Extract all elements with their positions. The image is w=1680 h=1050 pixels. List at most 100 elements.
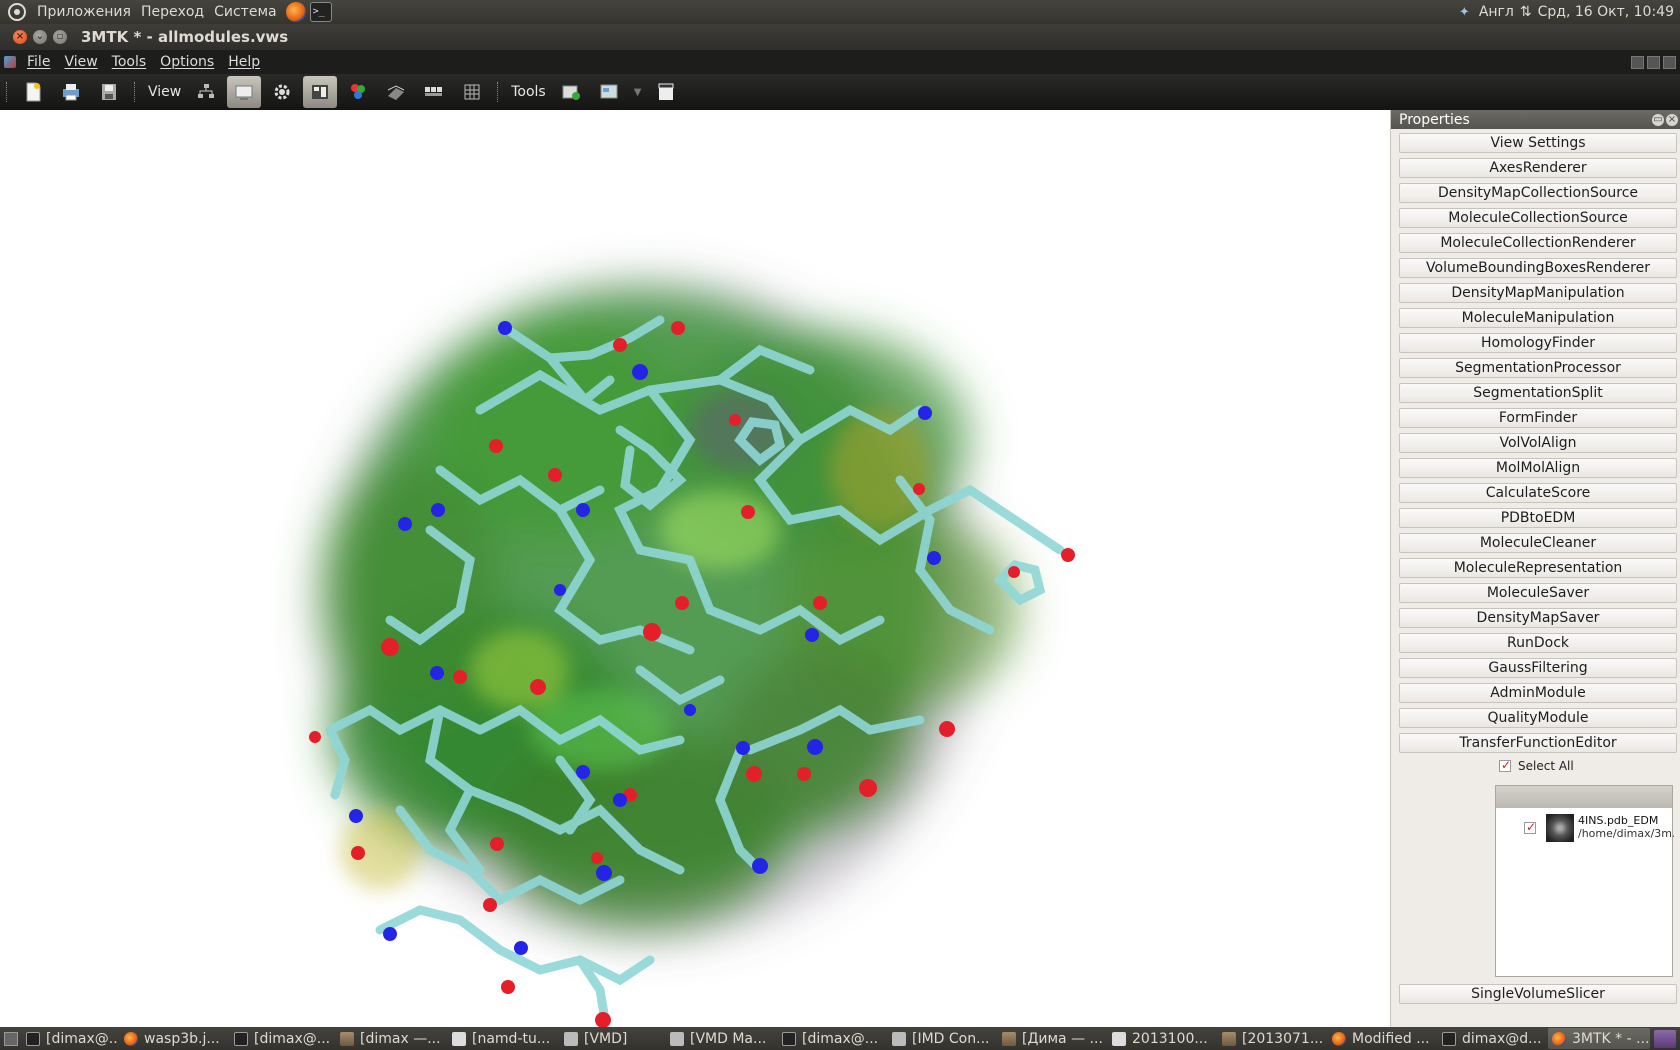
workspace-switcher[interactable]	[1654, 1029, 1676, 1048]
module-button-pdb-to-edm[interactable]: PDBtoEDM	[1399, 508, 1677, 528]
properties-panel-header[interactable]: Properties ▭ ×	[1391, 110, 1680, 129]
float-panel-icon[interactable]: ▭	[1652, 113, 1664, 126]
document-icon	[452, 1031, 466, 1046]
ubuntu-logo-icon[interactable]	[8, 3, 26, 21]
minimize-window-icon[interactable]: ⌄	[33, 30, 47, 44]
hierarchy-button[interactable]	[189, 76, 223, 108]
menu-applications[interactable]: Приложения	[32, 4, 136, 20]
module-button-density-map-saver[interactable]: DensityMapSaver	[1399, 608, 1677, 628]
module-button-molecule-cleaner[interactable]: MoleculeCleaner	[1399, 533, 1677, 553]
dataset-list-item[interactable]: 4INS.pdb_EDM /home/dimax/3m...	[1524, 814, 1674, 842]
module-button-molecule-manipulation[interactable]: MoleculeManipulation	[1399, 308, 1677, 328]
taskbar-item[interactable]: [dimax —...	[336, 1028, 446, 1049]
taskbar-item[interactable]: wasp3b.j...	[120, 1028, 228, 1049]
toolbar-handle[interactable]	[6, 82, 8, 102]
properties-panel: Properties ▭ × View Settings AxesRendere…	[1390, 110, 1680, 1027]
mdi-restore-icon[interactable]	[1647, 55, 1660, 69]
window-options-button[interactable]	[592, 76, 626, 108]
menu-help[interactable]: Help	[221, 54, 267, 70]
module-button-transfer-function-editor[interactable]: TransferFunctionEditor	[1399, 733, 1677, 753]
taskbar-item[interactable]: [dimax@...	[22, 1028, 118, 1049]
multi-view-button[interactable]	[417, 76, 451, 108]
folder-icon	[340, 1031, 354, 1046]
maximize-window-icon[interactable]: ▫	[53, 30, 67, 44]
mdi-minimize-icon[interactable]	[1631, 55, 1644, 69]
window-titlebar[interactable]: × ⌄ ▫ 3MTK * - allmodules.vws	[0, 24, 1680, 50]
3d-viewport[interactable]	[0, 110, 1390, 1027]
taskbar-item-active[interactable]: 3MTK * - ...	[1548, 1028, 1650, 1049]
checkbox-checked-icon[interactable]	[1499, 758, 1511, 772]
close-window-icon[interactable]: ×	[13, 30, 27, 44]
multi-view-icon	[425, 87, 443, 96]
module-button-molecule-collection-source[interactable]: MoleculeCollectionSource	[1399, 208, 1677, 228]
menu-system[interactable]: Система	[209, 4, 281, 20]
taskbar-item[interactable]: dimax@d...	[1438, 1028, 1546, 1049]
firefox-launcher-icon[interactable]	[285, 2, 306, 22]
module-button-molecule-representation[interactable]: MoleculeRepresentation	[1399, 558, 1677, 578]
taskbar-item[interactable]: [dimax@...	[778, 1028, 886, 1049]
keyboard-layout-indicator[interactable]: Англ	[1479, 4, 1514, 20]
module-button-vol-vol-align[interactable]: VolVolAlign	[1399, 433, 1677, 453]
module-button-density-map-manipulation[interactable]: DensityMapManipulation	[1399, 283, 1677, 303]
terminal-icon	[234, 1031, 248, 1046]
module-button-density-map-collection-source[interactable]: DensityMapCollectionSource	[1399, 183, 1677, 203]
module-button-gauss-filtering[interactable]: GaussFiltering	[1399, 658, 1677, 678]
menu-view[interactable]: View	[57, 54, 104, 70]
module-button-molecule-saver[interactable]: MoleculeSaver	[1399, 583, 1677, 603]
grid-button[interactable]	[455, 76, 489, 108]
module-button-admin-module[interactable]: AdminModule	[1399, 683, 1677, 703]
taskbar-item[interactable]: [VMD Ma...	[666, 1028, 776, 1049]
new-file-icon	[26, 82, 41, 102]
molecule-render[interactable]	[0, 110, 1390, 1027]
menu-options[interactable]: Options	[153, 54, 221, 70]
taskbar-item-label: [dimax@...	[46, 1030, 118, 1047]
menu-tools[interactable]: Tools	[105, 54, 154, 70]
module-button-volume-bounding-boxes-renderer[interactable]: VolumeBoundingBoxesRenderer	[1399, 258, 1677, 278]
network-icon[interactable]: ✦	[1459, 5, 1473, 20]
settings-button[interactable]	[265, 76, 299, 108]
menu-places[interactable]: Переход	[136, 4, 209, 20]
module-button-view-settings[interactable]: View Settings	[1399, 133, 1677, 153]
clock[interactable]: Срд, 16 Окт, 10:49	[1538, 4, 1674, 20]
taskbar-item[interactable]: [Дима — ...	[998, 1028, 1106, 1049]
add-window-button[interactable]	[554, 76, 588, 108]
taskbar-item[interactable]: Modified ...	[1328, 1028, 1436, 1049]
module-button-homology-finder[interactable]: HomologyFinder	[1399, 333, 1677, 353]
module-button-segmentation-processor[interactable]: SegmentationProcessor	[1399, 358, 1677, 378]
show-desktop-icon[interactable]	[4, 1031, 18, 1046]
print-button[interactable]	[54, 76, 88, 108]
mdi-close-icon[interactable]	[1663, 55, 1676, 69]
select-all-checkbox[interactable]: Select All	[1499, 758, 1574, 773]
new-file-button[interactable]	[16, 76, 50, 108]
dataset-checkbox[interactable]	[1524, 820, 1536, 834]
module-button-form-finder[interactable]: FormFinder	[1399, 408, 1677, 428]
dataset-list[interactable]: 4INS.pdb_EDM /home/dimax/3m...	[1495, 785, 1674, 977]
properties-title: Properties	[1399, 111, 1470, 128]
transfer-arrows-icon[interactable]: ⇅	[1520, 4, 1532, 20]
taskbar-item[interactable]: [2013071...	[1218, 1028, 1326, 1049]
module-button-segmentation-split[interactable]: SegmentationSplit	[1399, 383, 1677, 403]
module-button-run-dock[interactable]: RunDock	[1399, 633, 1677, 653]
taskbar-item[interactable]: [VMD]	[560, 1028, 664, 1049]
module-button-calculate-score[interactable]: CalculateScore	[1399, 483, 1677, 503]
taskbar-item[interactable]: 2013100...	[1108, 1028, 1216, 1049]
module-button-single-volume-slicer[interactable]: SingleVolumeSlicer	[1399, 984, 1677, 1004]
save-button[interactable]	[92, 76, 126, 108]
menu-file[interactable]: File	[20, 54, 57, 70]
module-button-axes-renderer[interactable]: AxesRenderer	[1399, 158, 1677, 178]
terminal-launcher-icon[interactable]: >_	[309, 2, 332, 22]
close-panel-icon[interactable]: ×	[1666, 113, 1678, 126]
taskbar-item[interactable]: [namd-tu...	[448, 1028, 558, 1049]
module-button-mol-mol-align[interactable]: MolMolAlign	[1399, 458, 1677, 478]
taskbar-item-label: wasp3b.j...	[144, 1030, 220, 1047]
slice-view-button[interactable]	[379, 76, 413, 108]
molecule-tools-button[interactable]	[341, 76, 375, 108]
module-button-molecule-collection-renderer[interactable]: MoleculeCollectionRenderer	[1399, 233, 1677, 253]
screen-view-button[interactable]	[227, 76, 262, 108]
clapperboard-button[interactable]	[649, 76, 683, 108]
module-button-quality-module[interactable]: QualityModule	[1399, 708, 1677, 728]
layout-button[interactable]	[303, 76, 338, 108]
dropdown-arrow-icon[interactable]: ▼	[634, 87, 642, 98]
taskbar-item[interactable]: [dimax@...	[230, 1028, 334, 1049]
taskbar-item[interactable]: [IMD Con...	[888, 1028, 996, 1049]
